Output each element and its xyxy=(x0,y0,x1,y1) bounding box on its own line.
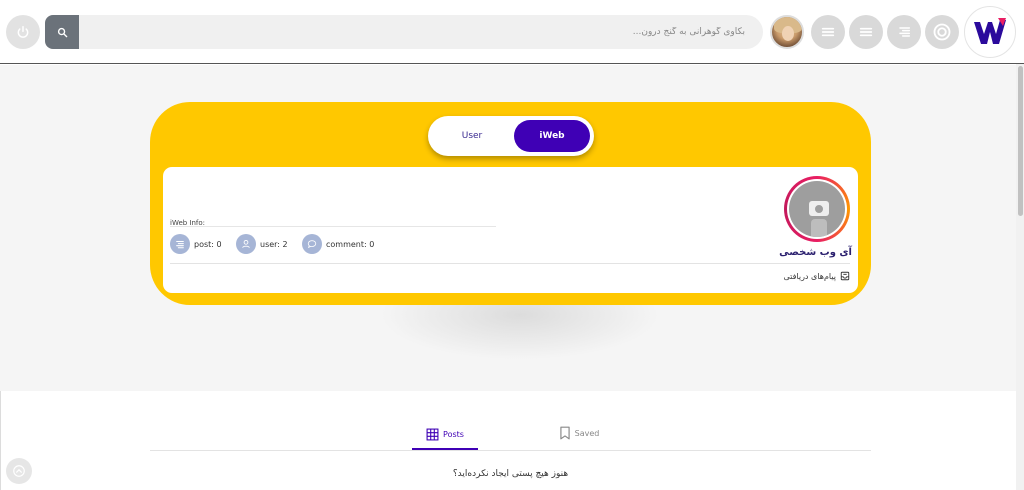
grid-icon xyxy=(426,428,439,440)
scroll-top-button[interactable] xyxy=(6,458,32,484)
tab-posts[interactable]: Posts xyxy=(412,420,478,450)
align-button[interactable] xyxy=(887,15,921,49)
align-right-icon xyxy=(899,27,911,37)
user-icon xyxy=(236,234,256,254)
search-input[interactable] xyxy=(79,15,763,49)
profile-info-card xyxy=(163,167,858,293)
menu-button[interactable] xyxy=(811,15,845,49)
comment-icon xyxy=(302,234,322,254)
target-button[interactable] xyxy=(925,15,959,49)
list-icon xyxy=(170,234,190,254)
stat-posts: post: 0 xyxy=(170,234,222,254)
stat-users: user: 2 xyxy=(236,234,288,254)
tab-saved[interactable]: Saved xyxy=(546,420,612,446)
empty-posts-message: هنوز هیچ پستی ایجاد نکرده‌اید؟ xyxy=(452,469,569,479)
power-button[interactable] xyxy=(6,15,40,49)
stat-comments: comment: 0 xyxy=(302,234,374,254)
search-button[interactable] xyxy=(45,15,79,49)
profile-photo[interactable] xyxy=(784,176,850,242)
card-divider xyxy=(170,263,850,264)
iweb-logo[interactable] xyxy=(964,6,1016,58)
search-icon xyxy=(57,27,67,37)
iweb-logo-icon xyxy=(974,18,1006,44)
content-border xyxy=(0,391,1,490)
menu-button-2[interactable] xyxy=(849,15,883,49)
site-name: آی وب شخصی xyxy=(779,247,852,258)
camera-icon xyxy=(809,201,829,216)
toggle-iweb[interactable]: iWeb xyxy=(514,120,590,152)
power-icon xyxy=(17,26,29,38)
inbox-link[interactable]: پیام‌های دریافتی xyxy=(760,269,850,283)
chevron-up-icon xyxy=(13,465,25,477)
user-avatar[interactable] xyxy=(770,15,804,49)
toggle-user[interactable]: User xyxy=(434,120,510,152)
account-toggle: User iWeb xyxy=(428,116,594,156)
target-icon xyxy=(933,23,951,41)
scrollbar-thumb[interactable] xyxy=(1018,66,1023,216)
top-bar xyxy=(0,0,1024,64)
tabs-divider xyxy=(150,450,871,451)
info-divider xyxy=(170,226,496,227)
menu-icon xyxy=(821,27,835,37)
inbox-icon xyxy=(840,271,850,281)
menu-icon xyxy=(859,27,873,37)
bookmark-icon xyxy=(559,426,570,440)
